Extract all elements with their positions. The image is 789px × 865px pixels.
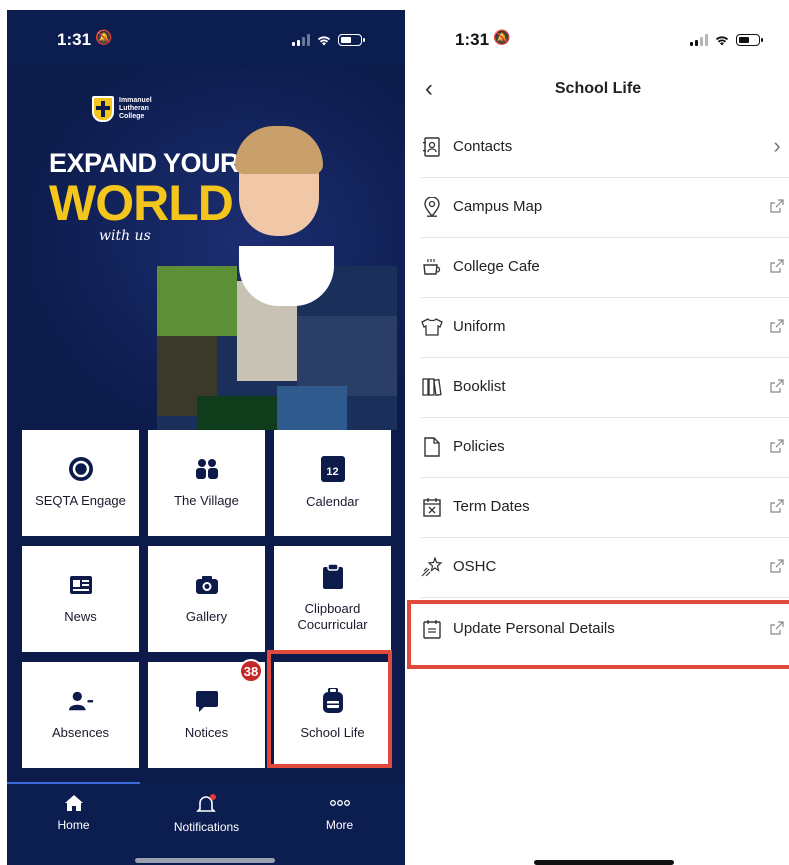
chevron-right-icon: › (773, 133, 781, 158)
hero-banner: Immanuel Lutheran College EXPAND YOUR WO… (7, 66, 405, 451)
tile-calendar[interactable]: 12 Calendar (274, 430, 391, 536)
person-minus-icon (68, 689, 94, 713)
silent-bell-icon: 🔕 (95, 29, 113, 45)
books-icon (421, 376, 443, 398)
more-dots-icon (329, 800, 350, 806)
college-logo: Immanuel Lutheran College (92, 96, 152, 122)
tile-gallery[interactable]: Gallery (148, 546, 265, 652)
signal-icon (292, 34, 310, 46)
coffee-cup-icon (421, 256, 443, 278)
calendar-x-icon (421, 496, 443, 518)
wifi-icon (317, 36, 331, 46)
battery-icon (736, 34, 763, 46)
page-title: School Life (554, 80, 642, 97)
list-item-term-dates[interactable]: Term Dates (407, 478, 789, 538)
message-icon (194, 689, 220, 713)
tagline: with us (99, 228, 151, 244)
contacts-icon (421, 136, 443, 158)
student-hair (235, 126, 323, 174)
tab-more[interactable]: More (273, 794, 405, 832)
status-time: 1:31 (455, 30, 490, 49)
update-details-highlight (407, 600, 789, 669)
shield-icon (92, 96, 114, 122)
active-tab-indicator (7, 782, 140, 784)
external-link-icon (767, 436, 787, 456)
document-icon (421, 436, 443, 458)
bottom-tab-bar: Home Notifications More (7, 782, 405, 865)
people-icon (194, 457, 220, 481)
list-item-college-cafe[interactable]: College Cafe (407, 238, 789, 298)
location-pin-icon (421, 196, 443, 218)
school-life-screen: 1:31 🔕 ‹ School Life Contacts › Campus M… (407, 10, 789, 865)
list-item-oshc[interactable]: OSHC (407, 538, 789, 598)
external-link-icon (767, 556, 787, 576)
sparkle-stars-icon (421, 556, 443, 578)
external-link-icon (767, 376, 787, 396)
wifi-icon (715, 36, 729, 46)
home-indicator (135, 858, 275, 863)
seqta-icon (68, 457, 94, 481)
external-link-icon (767, 496, 787, 516)
school-life-highlight (267, 650, 392, 768)
external-link-icon (767, 196, 787, 216)
status-time: 1:31 (57, 30, 92, 49)
headline-world: WORLD (49, 175, 234, 231)
screenshot-pair: 1:31 🔕 Immanuel Lutheran College EXPAND … (0, 0, 789, 865)
camera-icon (194, 573, 220, 597)
calendar-icon: 12 (320, 456, 345, 482)
list-item-contacts[interactable]: Contacts › (407, 118, 789, 178)
tile-absences[interactable]: Absences (22, 662, 139, 768)
list-item-campus-map[interactable]: Campus Map (407, 178, 789, 238)
battery-icon (338, 34, 365, 46)
tile-news[interactable]: News (22, 546, 139, 652)
notices-count-badge: 38 (239, 659, 263, 683)
tile-notices[interactable]: Notices 38 (148, 659, 265, 768)
external-link-icon (767, 316, 787, 336)
home-indicator (534, 860, 674, 865)
tab-notifications[interactable]: Notifications (140, 794, 273, 834)
tile-seqta-engage[interactable]: SEQTA Engage (22, 430, 139, 536)
list-item-policies[interactable]: Policies (407, 418, 789, 478)
newspaper-icon (68, 573, 94, 597)
clipboard-icon (320, 564, 346, 589)
list-item-booklist[interactable]: Booklist (407, 358, 789, 418)
tab-home[interactable]: Home (7, 794, 140, 832)
shirt-icon (421, 316, 443, 338)
tile-clipboard-cocurricular[interactable]: Clipboard Cocurricular (274, 546, 391, 652)
status-bar: 1:31 🔕 (7, 10, 405, 66)
home-icon (64, 795, 83, 811)
signal-icon (690, 34, 708, 46)
silent-bell-icon: 🔕 (493, 29, 511, 45)
list-item-uniform[interactable]: Uniform (407, 298, 789, 358)
tile-the-village[interactable]: The Village (148, 430, 265, 536)
external-link-icon (767, 256, 787, 276)
bell-icon (195, 794, 216, 812)
